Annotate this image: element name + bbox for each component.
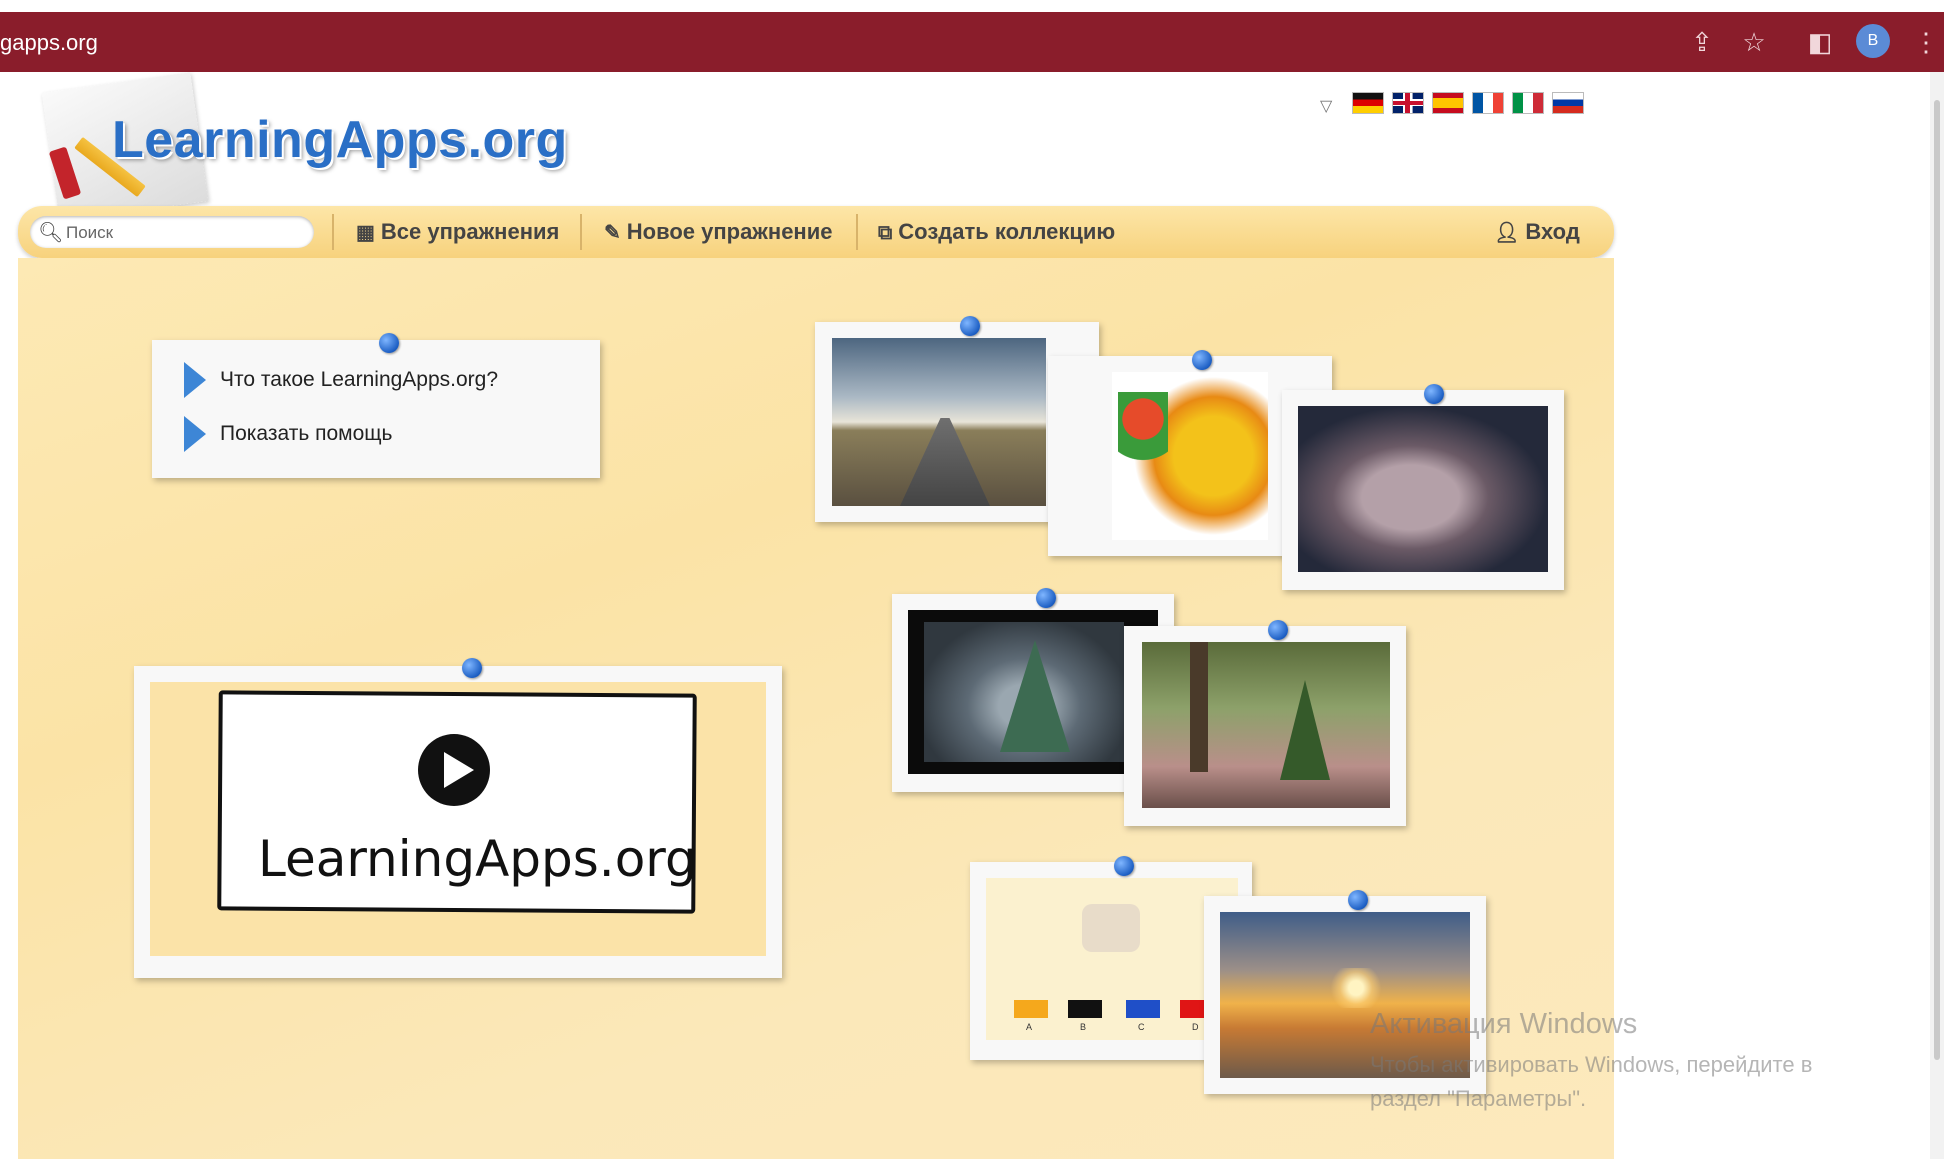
scrollbar-thumb[interactable] (1934, 100, 1940, 1060)
flag-es-icon[interactable] (1432, 92, 1464, 114)
nav-create-collection[interactable]: ⧉ Создать коллекцию (878, 218, 1115, 246)
windows-activation-text: раздел "Параметры". (1370, 1086, 1587, 1111)
color-label-b: B (1080, 1022, 1087, 1032)
nav-divider (580, 214, 582, 250)
forest-image (1142, 642, 1390, 808)
share-icon[interactable]: ⇪ (1686, 26, 1718, 58)
nav-create-collection-label: Создать коллекцию (898, 219, 1116, 244)
language-dropdown-icon[interactable]: ▽ (1320, 96, 1332, 116)
octopus-image (1298, 406, 1548, 572)
color-label-d: D (1192, 1022, 1199, 1032)
color-swatch-orange (1014, 1000, 1048, 1018)
arrow-right-icon (184, 416, 206, 452)
color-swatch-blue (1126, 1000, 1160, 1018)
pin-icon (379, 333, 399, 353)
play-icon (444, 752, 474, 788)
pencil-icon: ✎ (604, 222, 621, 244)
flag-it-icon[interactable] (1512, 92, 1544, 114)
pin-icon (1036, 588, 1056, 608)
nav-all-exercises-label: Все упражнения (380, 219, 560, 244)
menu-icon[interactable]: ⋮ (1910, 26, 1942, 58)
pin-icon (1192, 350, 1212, 370)
forest-trunk-image (1190, 642, 1208, 772)
color-label-a: A (1026, 1022, 1033, 1032)
url-text[interactable]: gapps.org (0, 30, 98, 56)
collection-icon: ⧉ (878, 222, 893, 244)
nav-divider (332, 214, 334, 250)
user-icon: 👤︎ (1494, 222, 1520, 244)
pin-icon (1268, 620, 1288, 640)
pin-icon (1348, 890, 1368, 910)
nav-new-exercise[interactable]: ✎ Новое упражнение (604, 218, 832, 246)
nav-divider (856, 214, 858, 250)
sidepanel-icon[interactable]: ◧ (1804, 26, 1836, 58)
nav-new-exercise-label: Новое упражнение (626, 219, 833, 244)
star-icon[interactable]: ☆ (1738, 26, 1770, 58)
pin-icon (1424, 384, 1444, 404)
help-link-show-help[interactable]: Показать помощь (220, 422, 393, 446)
sunset-sun-image (1326, 968, 1386, 1008)
arrow-right-icon (184, 362, 206, 398)
flag-ru-icon[interactable] (1552, 92, 1584, 114)
flag-de-icon[interactable] (1352, 92, 1384, 114)
browser-address-bar (0, 12, 1944, 72)
firebird-figure-image (1118, 392, 1168, 482)
pin-icon (960, 316, 980, 336)
flag-en-icon[interactable] (1392, 92, 1424, 114)
pin-icon (1114, 856, 1134, 876)
grid-icon: ▦ (356, 222, 375, 244)
video-caption: LearningApps.org (258, 830, 697, 888)
nav-login[interactable]: 👤︎ Вход (1494, 218, 1580, 246)
pin-icon (462, 658, 482, 678)
flag-fr-icon[interactable] (1472, 92, 1504, 114)
nav-login-label: Вход (1525, 219, 1580, 244)
site-logo[interactable]: LearningApps.org (112, 110, 568, 170)
help-card (152, 340, 600, 478)
search-input[interactable] (64, 220, 308, 246)
windows-activation-title: Активация Windows (1370, 1008, 1638, 1040)
profile-avatar[interactable]: B (1856, 24, 1890, 58)
color-swatch-black (1068, 1000, 1102, 1018)
nav-all-exercises[interactable]: ▦ Все упражнения (356, 218, 559, 246)
windows-activation-text: Чтобы активировать Windows, перейдите в (1370, 1052, 1813, 1077)
color-label-c: C (1138, 1022, 1145, 1032)
search-icon: 🔍︎ (38, 222, 64, 244)
help-link-what-is[interactable]: Что такое LearningApps.org? (220, 368, 498, 392)
colors-target-image (1082, 904, 1140, 952)
